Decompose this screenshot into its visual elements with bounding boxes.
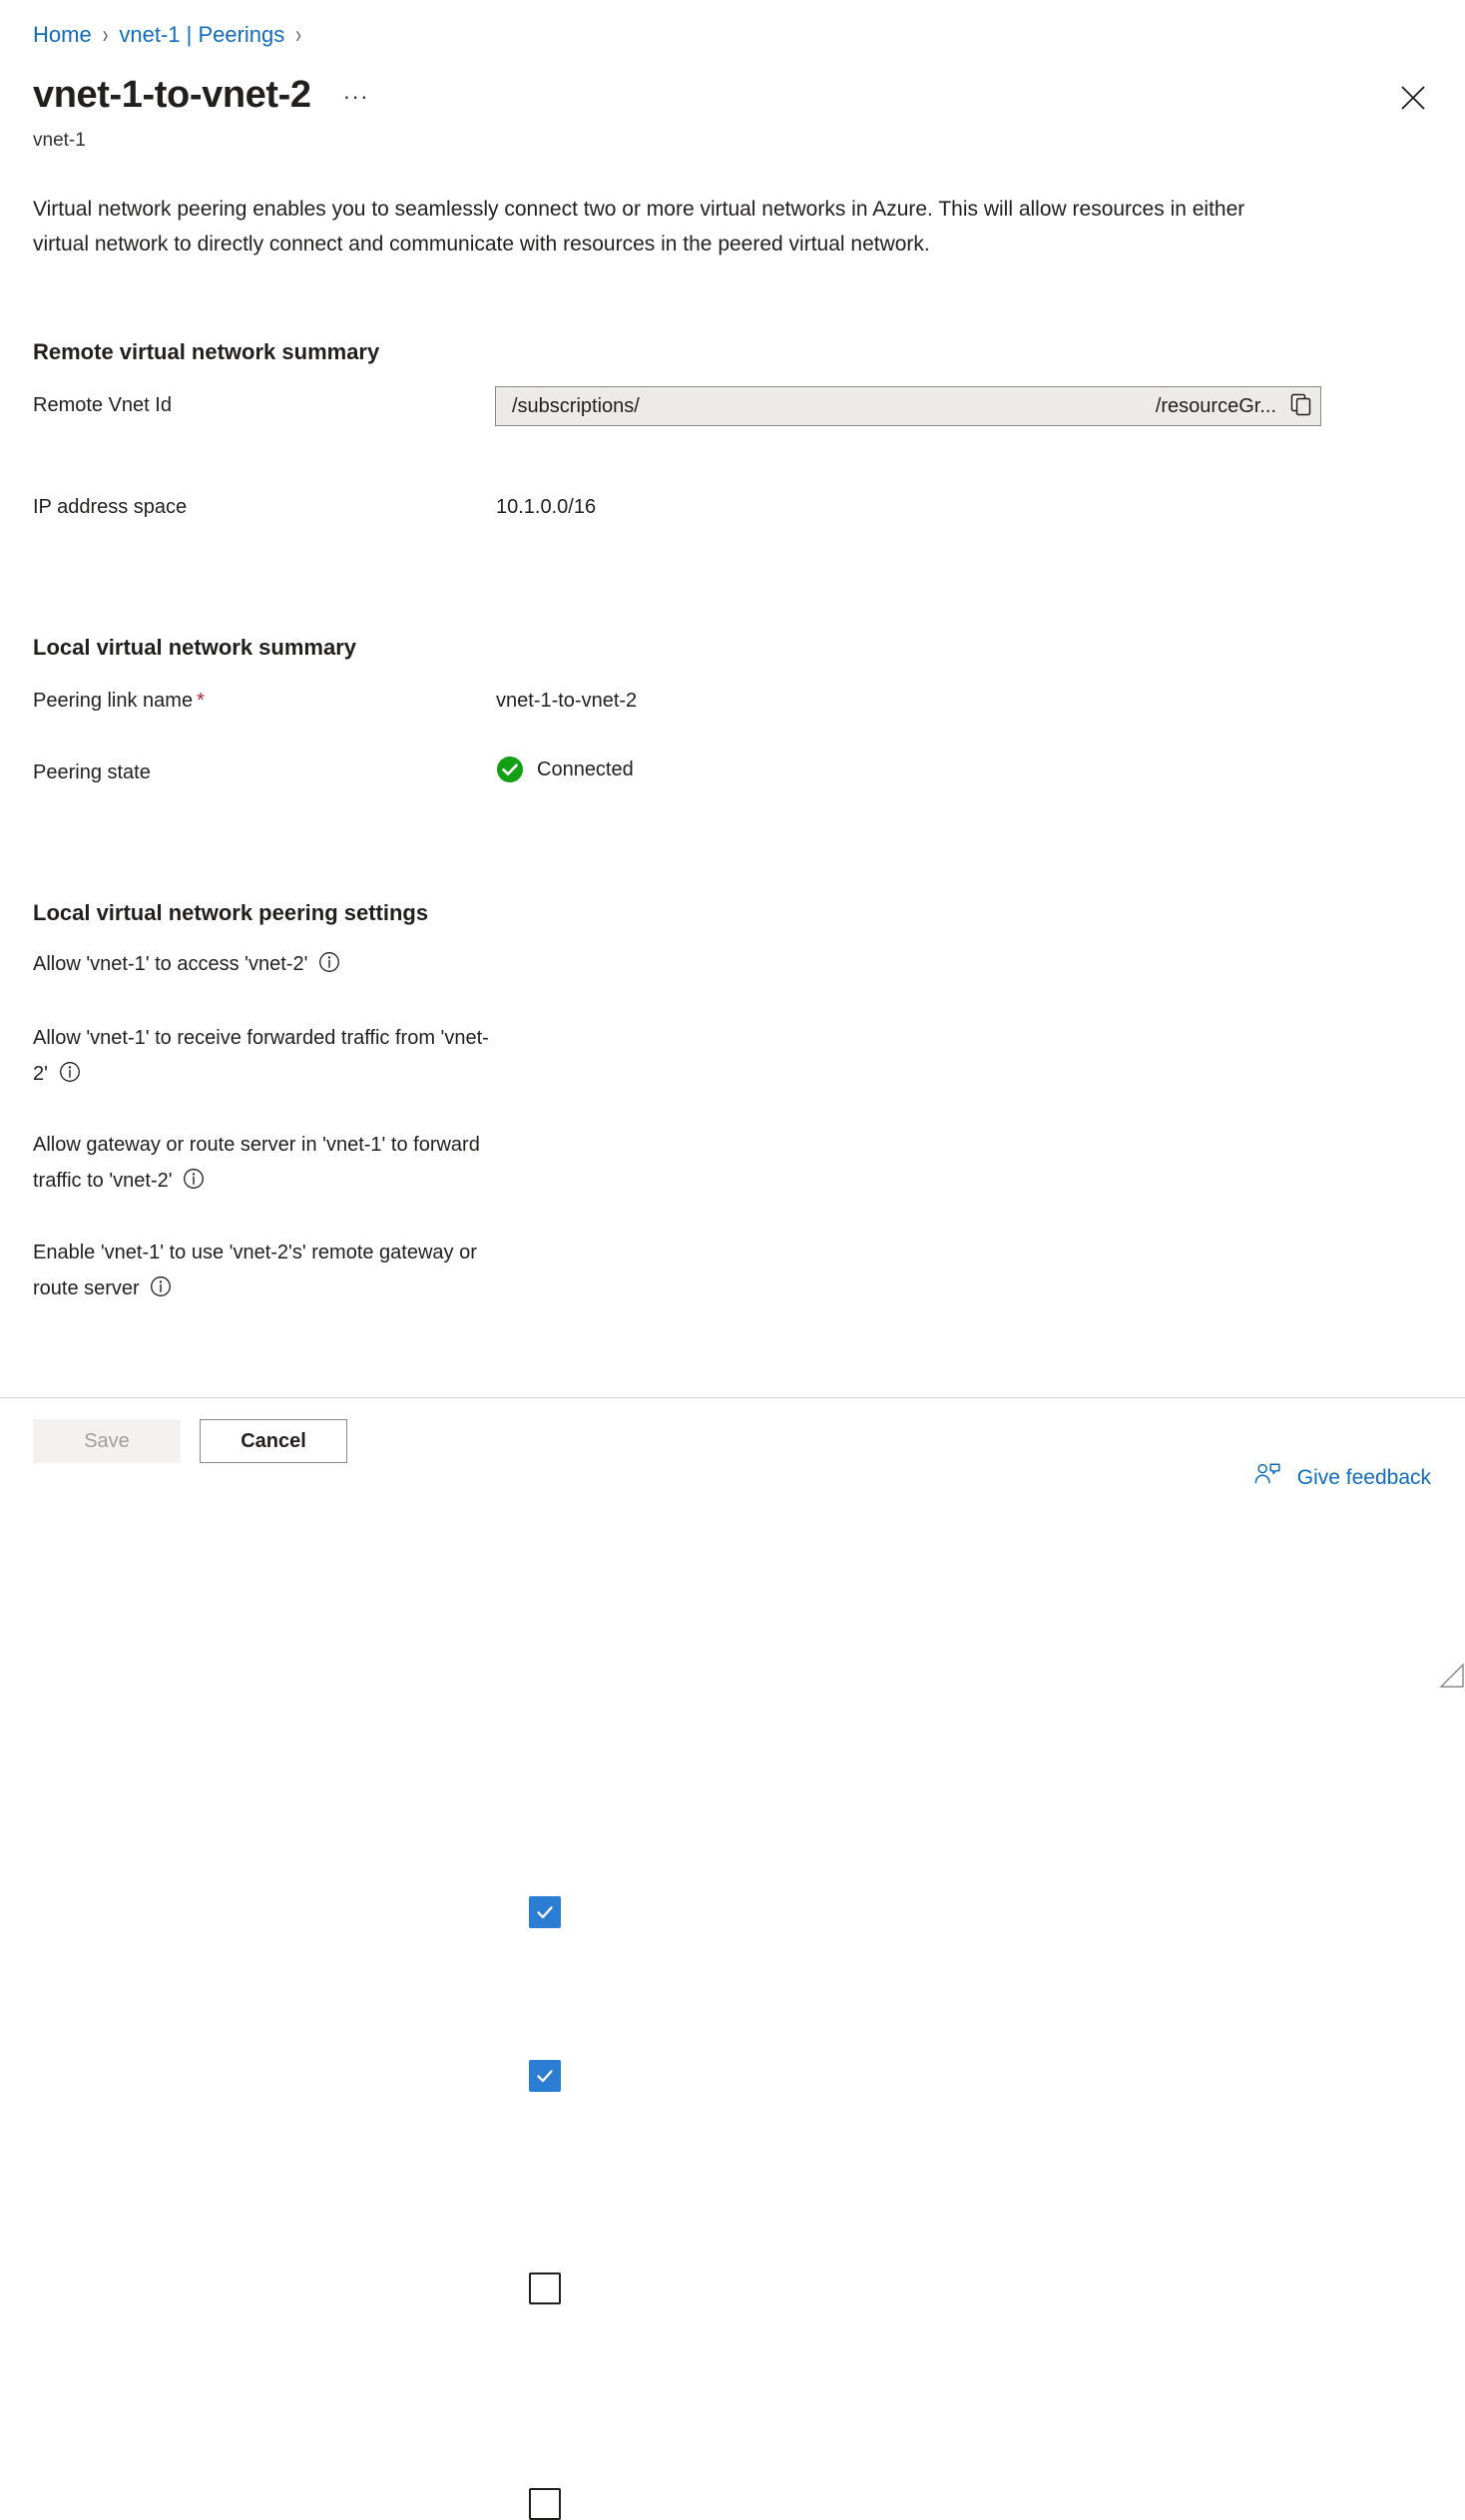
peering-link-name-value: vnet-1-to-vnet-2 [496, 690, 638, 712]
required-asterisk: * [197, 690, 205, 712]
peering-state-value: Connected [496, 756, 634, 783]
checkbox-allow-access[interactable] [529, 1896, 561, 1928]
ip-address-space-value: 10.1.0.0/16 [496, 496, 597, 518]
page-title: vnet-1-to-vnet-2 [33, 74, 311, 116]
cancel-button[interactable]: Cancel [200, 1419, 347, 1463]
checkbox-use-remote-gateway[interactable] [529, 2488, 561, 2520]
resize-grip[interactable] [1425, 1649, 1465, 1689]
check-circle-icon [496, 756, 524, 783]
breadcrumb-item-home[interactable]: Home [33, 20, 92, 50]
blade-description: Virtual network peering enables you to s… [33, 198, 1245, 255]
peering-link-name-label: Peering link name * [33, 687, 205, 715]
title-row: vnet-1-to-vnet-2 ··· [33, 70, 375, 120]
info-icon[interactable] [150, 1273, 172, 1309]
save-button[interactable]: Save [33, 1419, 181, 1463]
info-icon[interactable] [318, 949, 340, 985]
setting-row-use-remote-gateway: Enable 'vnet-1' to use 'vnet-2's' remote… [33, 1235, 561, 2520]
breadcrumb: Home › vnet-1 | Peerings › [33, 20, 312, 50]
setting-label-text-1: Allow 'vnet-1' to receive forwarded traf… [33, 1027, 489, 1085]
give-feedback-link[interactable]: Give feedback [1253, 1462, 1431, 1493]
remote-vnet-id-value-suffix: /resourceGr... [1155, 394, 1276, 417]
setting-label-allow-access: Allow 'vnet-1' to access 'vnet-2' [33, 946, 497, 985]
remote-vnet-id-value-prefix: /subscriptions/ [512, 394, 640, 417]
checkbox-allow-gateway-forward[interactable] [529, 2272, 561, 2304]
give-feedback-label: Give feedback [1296, 1465, 1431, 1489]
breadcrumb-separator-icon-2: › [295, 20, 301, 49]
setting-row-allow-access: Allow 'vnet-1' to access 'vnet-2' [33, 946, 561, 1928]
ip-address-space-label: IP address space [33, 496, 188, 518]
section-heading-remote-summary: Remote virtual network summary [33, 339, 380, 364]
remote-vnet-id-field[interactable]: /subscriptions/ /resourceGr... [495, 386, 1321, 426]
more-options-button[interactable]: ··· [337, 82, 375, 110]
section-heading-local-summary: Local virtual network summary [33, 635, 356, 660]
copy-icon [1288, 391, 1314, 422]
setting-label-text-3: Enable 'vnet-1' to use 'vnet-2's' remote… [33, 1242, 477, 1299]
setting-label-use-remote-gateway: Enable 'vnet-1' to use 'vnet-2's' remote… [33, 1235, 497, 1309]
feedback-person-icon [1253, 1462, 1281, 1493]
breadcrumb-item-peerings[interactable]: vnet-1 | Peerings [119, 20, 284, 50]
peering-blade: Home › vnet-1 | Peerings › vnet-1-to-vne… [0, 0, 1465, 2520]
setting-label-allow-gateway-forward: Allow gateway or route server in 'vnet-1… [33, 1127, 497, 1202]
setting-row-allow-gateway-forward: Allow gateway or route server in 'vnet-1… [33, 1127, 561, 2304]
setting-label-text-2: Allow gateway or route server in 'vnet-1… [33, 1134, 480, 1192]
setting-row-receive-forwarded: Allow 'vnet-1' to receive forwarded traf… [33, 1020, 561, 2092]
status-badge: Connected [537, 758, 634, 780]
setting-label-receive-forwarded: Allow 'vnet-1' to receive forwarded traf… [33, 1020, 497, 1095]
close-icon [1400, 85, 1426, 111]
peering-link-name-label-text: Peering link name [33, 690, 194, 712]
copy-to-clipboard-button[interactable] [1282, 387, 1320, 425]
remote-vnet-id-label: Remote Vnet Id [33, 394, 172, 416]
footer-divider [0, 1397, 1465, 1398]
peering-state-label: Peering state [33, 761, 151, 783]
breadcrumb-separator-icon: › [102, 20, 109, 49]
page-subtitle: vnet-1 [33, 130, 86, 151]
setting-label-text-0: Allow 'vnet-1' to access 'vnet-2' [33, 953, 308, 975]
info-icon[interactable] [183, 1166, 205, 1202]
section-heading-peering-settings: Local virtual network peering settings [33, 900, 429, 925]
info-icon[interactable] [59, 1059, 81, 1095]
checkbox-receive-forwarded[interactable] [529, 2060, 561, 2092]
close-button[interactable] [1393, 78, 1433, 118]
